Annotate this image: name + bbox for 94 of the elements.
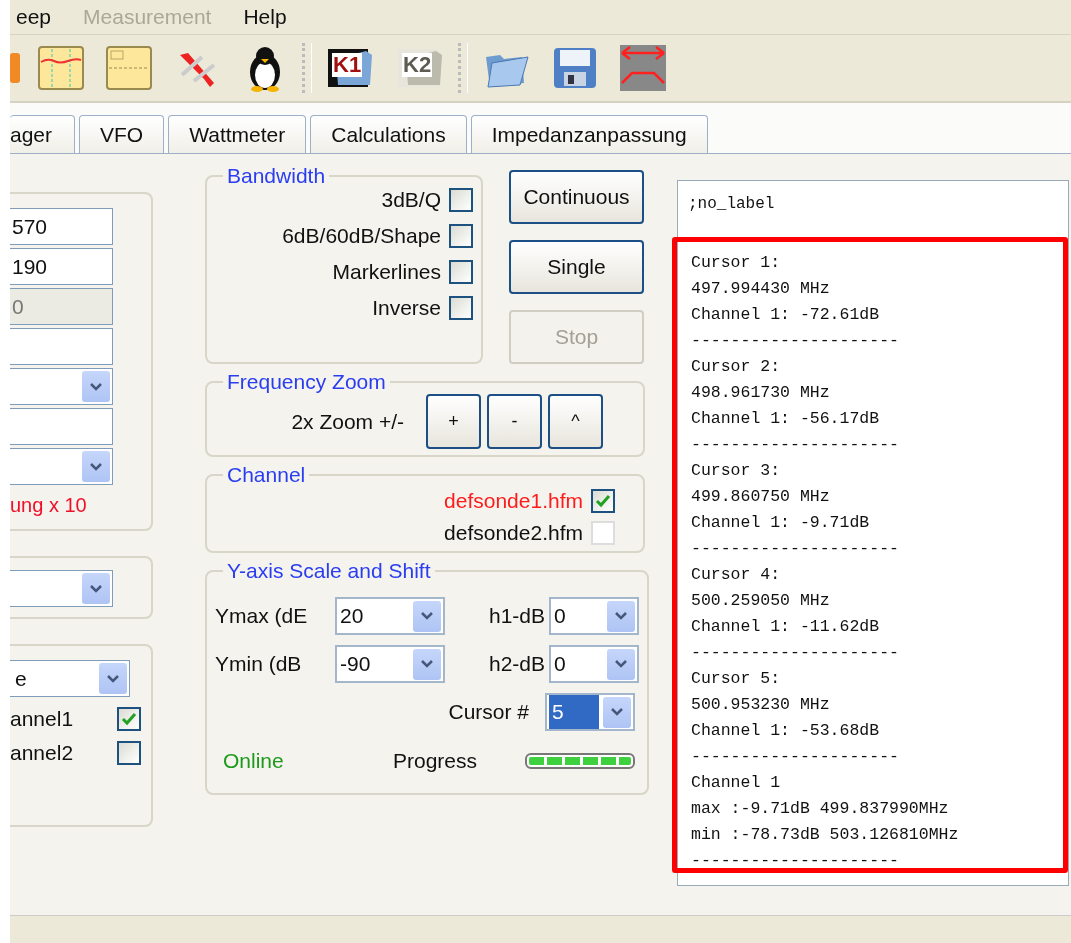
log-line: Cursor 2: — [691, 356, 782, 378]
progress-label: Progress — [393, 749, 479, 773]
checkbox-label: annel2 — [10, 741, 75, 765]
text-field[interactable]: 570 — [10, 208, 113, 245]
log-line: max :-9.71dB 499.837990MHz — [691, 798, 950, 820]
sweep-button[interactable]: Single — [509, 240, 644, 294]
log-line: --------------------- — [691, 538, 900, 560]
log-line: Cursor 3: — [691, 460, 782, 482]
checkbox[interactable] — [449, 260, 473, 284]
checkbox[interactable] — [449, 224, 473, 248]
chevron-icon — [420, 611, 434, 621]
menu-item[interactable]: Help — [243, 5, 287, 29]
dropdown[interactable]: 0 — [549, 645, 639, 683]
tab[interactable]: VFO — [79, 115, 165, 153]
log-line: --------------------- — [691, 642, 900, 664]
chevron-icon — [89, 461, 103, 472]
log-line: Channel 1: -53.68dB — [691, 720, 881, 742]
tab[interactable]: ager — [10, 115, 76, 153]
log-line: Channel 1: -9.71dB — [691, 512, 871, 534]
dropdown[interactable]: 0 — [549, 597, 639, 635]
checkbox-label: Markerlines — [332, 260, 441, 284]
log-line: Channel 1 — [691, 772, 782, 794]
text-field[interactable]: 190 — [10, 248, 113, 285]
field-label: h1-dB — [487, 604, 546, 628]
log-line: --------------------- — [691, 746, 900, 768]
log-line: min :-78.73dB 503.126810MHz — [691, 824, 960, 846]
log-line: Channel 1: -11.62dB — [691, 616, 881, 638]
chevron-icon — [420, 659, 434, 669]
field-label: Ymin (dB — [215, 652, 303, 676]
toolbar-grip[interactable] — [302, 43, 312, 93]
log-line: Cursor 4: — [691, 564, 782, 586]
group-title: Channel — [226, 463, 307, 487]
status-text: Online — [222, 749, 285, 773]
tab[interactable]: Calculations — [310, 115, 467, 153]
log-line: Channel 1: -56.17dB — [691, 408, 881, 430]
chevron-icon — [614, 659, 628, 669]
log-line: 498.961730 MHz — [691, 382, 831, 404]
dropdown[interactable] — [10, 368, 113, 405]
log-line: --------------------- — [691, 850, 900, 872]
log-line: 500.259050 MHz — [691, 590, 831, 612]
chevron-icon — [610, 707, 624, 717]
channel-label: defsonde1.hfm — [444, 489, 583, 513]
log-line: 500.953230 MHz — [691, 694, 831, 716]
checkbox[interactable] — [117, 741, 141, 765]
checkbox-label: 6dB/60dB/Shape — [282, 224, 441, 248]
zoom-button[interactable]: - — [487, 394, 542, 449]
chevron-icon — [89, 583, 103, 594]
zoom-button[interactable]: + — [426, 394, 481, 449]
log-line: --------------------- — [691, 434, 900, 456]
menu-item[interactable]: eep — [16, 5, 52, 29]
field-label: Ymax (dE — [215, 604, 309, 628]
toolbar-grip[interactable] — [458, 43, 468, 93]
dropdown[interactable]: 5 — [545, 693, 635, 731]
group-title: Frequency Zoom — [226, 370, 387, 394]
channel-label: defsonde2.hfm — [444, 521, 583, 545]
dropdown[interactable]: e — [10, 660, 130, 697]
dropdown[interactable]: -90 — [335, 645, 445, 683]
chevron-icon — [89, 381, 103, 392]
text-field[interactable] — [10, 408, 113, 445]
chevron-icon — [106, 673, 120, 684]
grid-icon[interactable] — [106, 46, 152, 90]
group-title: Y-axis Scale and Shift — [226, 559, 432, 583]
checkbox[interactable] — [117, 707, 141, 731]
checkbox[interactable] — [449, 296, 473, 320]
dropdown[interactable] — [10, 570, 113, 607]
tab[interactable]: Impedanzanpassung — [470, 115, 708, 153]
log-line: --------------------- — [691, 330, 900, 352]
checkmark-icon — [595, 494, 611, 508]
log-line: Channel 1: -72.61dB — [691, 304, 881, 326]
checkbox-label: Inverse — [372, 296, 441, 320]
warning-text: ung x 10 — [10, 494, 88, 517]
sweep-button[interactable]: Continuous — [509, 170, 644, 224]
checkbox-label: annel1 — [10, 707, 75, 731]
group-title: Bandwidth — [226, 164, 327, 188]
tab[interactable]: Wattmeter — [168, 115, 307, 153]
checkbox[interactable] — [449, 188, 473, 212]
save-icon[interactable] — [552, 46, 598, 90]
label-text: ;no_label — [687, 194, 776, 215]
zoom-button[interactable]: ^ — [548, 394, 603, 449]
chart-icon[interactable] — [38, 46, 84, 90]
field-label: h2-dB — [487, 652, 546, 676]
dropdown[interactable]: 20 — [335, 597, 445, 635]
log-line: Cursor 5: — [691, 668, 782, 690]
dropdown[interactable] — [10, 448, 113, 485]
checkmark-icon — [121, 712, 137, 726]
zoom-label: 2x Zoom +/- — [291, 409, 404, 434]
log-line: Cursor 1: — [691, 252, 782, 274]
checkbox[interactable] — [591, 489, 615, 513]
chevron-icon — [614, 611, 628, 621]
log-line: 497.994430 MHz — [691, 278, 831, 300]
field-label: Cursor # — [448, 700, 529, 724]
checkbox-label: 3dB/Q — [381, 188, 441, 212]
log-line: 499.860750 MHz — [691, 486, 831, 508]
text-field[interactable] — [10, 328, 113, 365]
